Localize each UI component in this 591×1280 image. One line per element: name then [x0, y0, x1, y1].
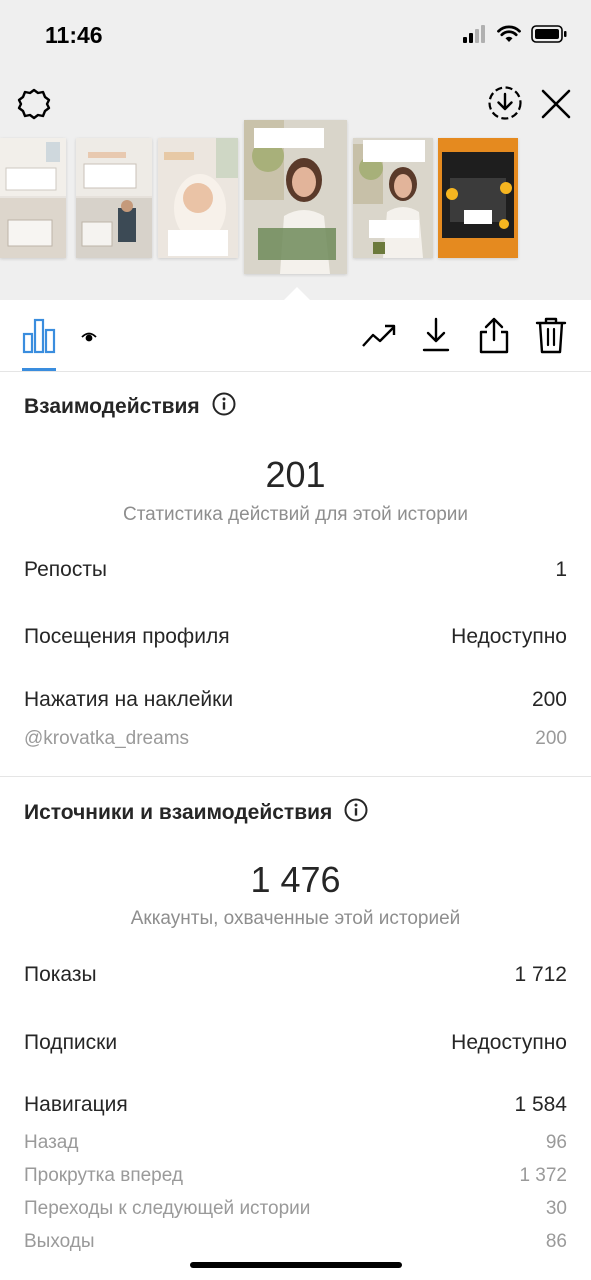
insights-sheet: Взаимодействия 201 Статистика действий д…	[0, 300, 591, 1280]
stat-value: 200	[531, 688, 567, 711]
stat-subvalue: 200	[535, 728, 567, 749]
stat-row-sticker-taps: Нажатия на наклейки 200	[24, 688, 567, 712]
discovery-total: 1 476	[250, 859, 341, 900]
stat-subvalue: 30	[545, 1198, 567, 1219]
discovery-title: Источники и взаимодействия	[24, 798, 368, 828]
stat-sublabel: Переходы к следующей истории	[24, 1198, 311, 1219]
close-icon[interactable]	[538, 86, 574, 122]
stat-row-impressions: Показы 1 712	[24, 963, 567, 987]
stat-label: Репосты	[24, 558, 108, 581]
selected-pointer	[284, 287, 310, 300]
stat-subvalue: 1 372	[519, 1165, 567, 1186]
stat-subrow-back: Назад 96	[24, 1132, 567, 1154]
story-thumbnails	[0, 118, 591, 278]
story-thumbnail[interactable]	[353, 138, 433, 258]
stat-row-follows: Подписки Недоступно	[24, 1031, 567, 1055]
stat-subrow-mention[interactable]: @krovatka_dreams 200	[24, 728, 567, 750]
trash-icon[interactable]	[534, 316, 568, 354]
stat-row-navigation: Навигация 1 584	[24, 1093, 567, 1117]
stat-value: 1 584	[514, 1093, 567, 1116]
gear-icon[interactable]	[16, 86, 52, 122]
stat-subvalue: 86	[545, 1231, 567, 1252]
stat-sublabel: Выходы	[24, 1231, 95, 1252]
info-icon[interactable]	[212, 392, 236, 422]
interactions-caption: Статистика действий для этой истории	[122, 504, 469, 525]
stat-sublabel: @krovatka_dreams	[24, 728, 190, 749]
stat-value: 1	[555, 558, 567, 581]
section-divider	[0, 776, 591, 777]
stat-subrow-forward: Прокрутка вперед 1 372	[24, 1165, 567, 1187]
status-bar: 11:46	[0, 0, 591, 70]
stat-label: Навигация	[24, 1093, 128, 1116]
stat-subrow-next-story: Переходы к следующей истории 30	[24, 1198, 567, 1220]
stat-label: Подписки	[24, 1031, 118, 1054]
stat-label: Посещения профиля	[24, 625, 230, 648]
story-thumbnail[interactable]	[438, 138, 518, 258]
status-time: 11:46	[45, 22, 103, 48]
stat-label: Нажатия на наклейки	[24, 688, 234, 711]
home-indicator[interactable]	[190, 1262, 402, 1268]
share-icon[interactable]	[476, 316, 512, 354]
info-icon[interactable]	[344, 798, 368, 828]
stat-subvalue: 96	[545, 1132, 567, 1153]
stat-subrow-exits: Выходы 86	[24, 1231, 567, 1253]
status-icons	[463, 24, 567, 48]
stat-value: Недоступно	[451, 1031, 567, 1054]
insights-tabs	[0, 300, 591, 372]
active-tab-indicator	[22, 368, 56, 371]
save-icon[interactable]	[486, 84, 524, 122]
story-thumbnail-selected[interactable]	[244, 120, 347, 274]
stat-label: Показы	[24, 963, 97, 986]
stat-sublabel: Назад	[24, 1132, 79, 1153]
stat-value: Недоступно	[451, 625, 567, 648]
signal-icon	[463, 24, 487, 48]
story-thumbnail[interactable]	[0, 138, 66, 258]
stat-sublabel: Прокрутка вперед	[24, 1165, 183, 1186]
interactions-total: 201	[265, 454, 326, 495]
stat-row-reposts: Репосты 1	[24, 558, 567, 582]
battery-icon	[531, 24, 567, 48]
interactions-title: Взаимодействия	[24, 392, 236, 422]
stat-value: 1 712	[514, 963, 567, 986]
eye-icon[interactable]	[80, 330, 98, 344]
story-preview-area: 11:46	[0, 0, 591, 300]
discovery-title-text: Источники и взаимодействия	[24, 801, 333, 824]
story-thumbnail[interactable]	[158, 138, 238, 258]
discovery-caption: Аккаунты, охваченные этой историей	[130, 908, 461, 929]
story-thumbnail[interactable]	[76, 138, 152, 258]
wifi-icon	[497, 25, 521, 48]
bar-chart-icon[interactable]	[22, 318, 56, 354]
trending-icon[interactable]	[360, 318, 398, 354]
stat-row-profile-visits: Посещения профиля Недоступно	[24, 625, 567, 649]
interactions-title-text: Взаимодействия	[24, 395, 200, 418]
download-icon[interactable]	[420, 316, 452, 354]
